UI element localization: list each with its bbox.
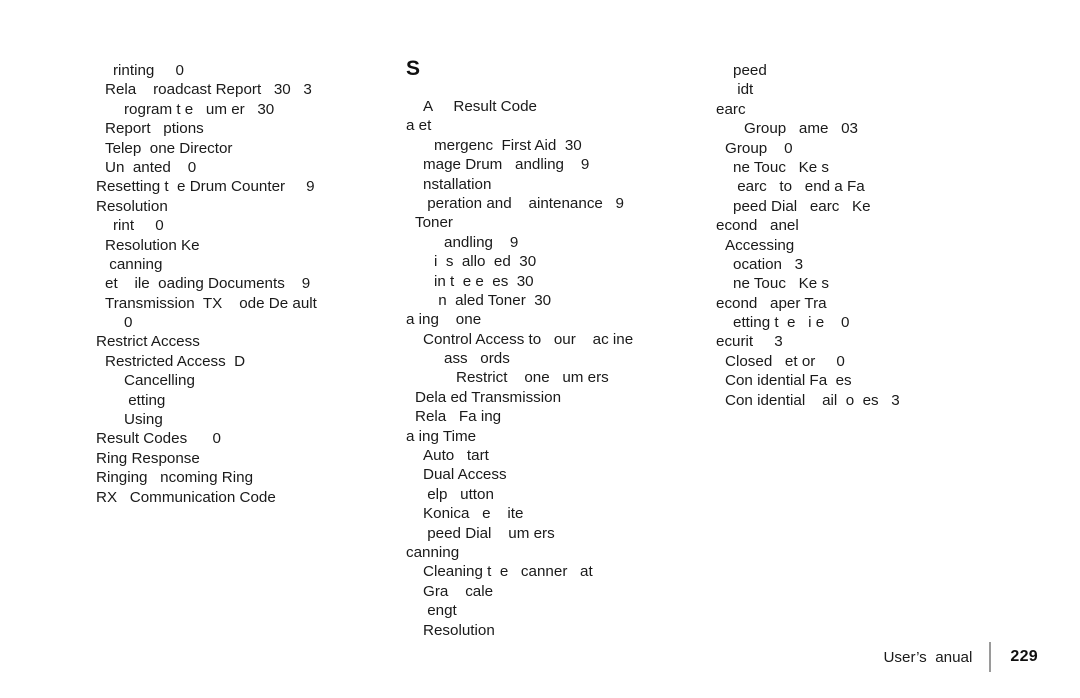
index-entry: a ing Time [406, 427, 477, 445]
index-entry: Ringing ncoming Ring [96, 469, 254, 487]
index-entry: et ile oading Documents 9 [105, 275, 311, 293]
index-entry: Dual Access [423, 466, 507, 484]
index-entry: econd aper Tra [716, 294, 827, 312]
index-entry: Telep one Director [105, 139, 233, 157]
index-entry: Auto tart [423, 447, 489, 465]
index-entry: i s allo ed 30 [434, 253, 537, 271]
index-entry: Restricted Access D [105, 352, 246, 370]
index-entry: rogram t e um er 30 [124, 100, 275, 118]
index-entry: Cleaning t e canner at [423, 563, 593, 581]
index-entry: canning [105, 255, 163, 273]
index-entry: Transmission TX ode De ault [105, 294, 317, 312]
index-entry: elp utton [423, 485, 494, 503]
index-entry: idt [733, 81, 754, 99]
index-entry: nstallation [423, 175, 492, 193]
index-entry-list-right: peed idt earc Group ame 03 Group 0 ne Touc K… [716, 61, 1016, 410]
index-entry: a et [406, 117, 432, 135]
index-entry: Control Access to our ac ine [423, 330, 634, 348]
page-footer: User’s anual 229 [0, 640, 1080, 680]
index-entry: Restrict Access [96, 333, 200, 351]
index-entry: econd anel [716, 217, 799, 235]
index-entry: 0 [124, 314, 133, 332]
index-entry: mage Drum andling 9 [423, 156, 590, 174]
index-entry: RX Communication Code [96, 488, 276, 506]
index-entry: Con idential ail o es 3 [725, 391, 900, 409]
index-column-mid: S A Result Code a et mergenc First Aid 30 m… [406, 0, 706, 698]
index-entry: Resolution [96, 197, 168, 215]
index-entry: rint 0 [113, 217, 164, 235]
index-entry-list-left: rinting 0 Rela roadcast Report 30 3 rogram… [96, 61, 396, 507]
index-entry: Resetting t e Drum Counter 9 [96, 178, 315, 196]
index-entry: ass ords [444, 350, 510, 368]
index-entry: Ring Response [96, 449, 200, 467]
index-entry: earc [716, 100, 746, 118]
index-entry: peed Dial earc Ke [733, 197, 871, 215]
index-entry: Resolution [423, 621, 495, 639]
footer-inner: User’s anual 229 [883, 640, 1038, 674]
index-entry: earc to end a Fa [733, 178, 865, 196]
index-entry: Con idential Fa es [725, 372, 852, 390]
index-entry: Konica e ite [423, 505, 524, 523]
index-entry: Resolution Ke [105, 236, 200, 254]
index-entry: Un anted 0 [105, 158, 197, 176]
index-entry: canning [406, 543, 460, 561]
index-entry: andling 9 [444, 233, 519, 251]
index-entry: mergenc First Aid 30 [434, 136, 582, 154]
index-entry: Cancelling [124, 372, 195, 390]
index-entry: Closed et or 0 [725, 352, 845, 370]
index-entry: engt [423, 602, 457, 620]
footer-manual-label: User’s anual [883, 648, 973, 666]
index-entry: Rela Fa ing [415, 408, 502, 426]
index-entry: n aled Toner 30 [434, 291, 552, 309]
index-entry: a ing one [406, 311, 482, 329]
index-entry: peed Dial um ers [423, 524, 555, 542]
index-entry: Group 0 [725, 139, 793, 157]
index-entry: ne Touc Ke s [733, 275, 829, 293]
index-entry: A Result Code [423, 98, 537, 115]
footer-divider [989, 642, 992, 672]
index-entry: Using [124, 411, 163, 429]
index-entry: Accessing [725, 236, 795, 254]
index-entry: Dela ed Transmission [415, 388, 562, 406]
index-entry: ecurit 3 [716, 333, 783, 351]
index-entry: rinting 0 [113, 62, 184, 79]
index-entry-list-mid: A Result Code a et mergenc First Aid 30 mag… [406, 97, 706, 640]
index-entry: etting [124, 391, 166, 409]
index-page: rinting 0 Rela roadcast Report 30 3 rogram… [0, 0, 1080, 698]
index-column-right: peed idt earc Group ame 03 Group 0 ne Touc K… [716, 0, 1016, 698]
index-column-left: rinting 0 Rela roadcast Report 30 3 rogram… [96, 0, 396, 698]
index-entry: ocation 3 [733, 255, 804, 273]
index-entry: in t e e es 30 [434, 272, 534, 290]
index-entry: Result Codes 0 [96, 430, 221, 448]
index-entry: Rela roadcast Report 30 3 [105, 81, 312, 99]
column-letter-heading-mid: S [406, 57, 421, 80]
index-entry: Restrict one um ers [456, 369, 609, 387]
index-entry: peration and aintenance 9 [423, 194, 624, 212]
index-entry: Report ptions [105, 120, 204, 138]
index-entry: Group ame 03 [744, 120, 858, 138]
page-number: 229 [1010, 648, 1038, 665]
index-entry: Gra cale [423, 582, 494, 600]
index-entry: ne Touc Ke s [733, 158, 829, 176]
index-entry: etting t e i e 0 [733, 314, 850, 332]
index-entry: Toner [415, 214, 453, 232]
index-entry: peed [733, 62, 767, 79]
